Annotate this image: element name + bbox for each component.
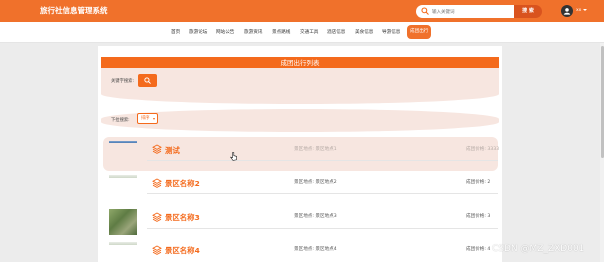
user-name[interactable]: xx xyxy=(576,8,581,13)
item-price: 成团价格: 4 xyxy=(466,247,491,252)
list-item[interactable]: 景区名称2 景区地点: 景区地点2 成团价格: 2 xyxy=(103,172,498,206)
item-price: 成团价格: 3 xyxy=(466,214,491,219)
search-icon xyxy=(421,7,429,15)
layers-icon xyxy=(152,144,162,154)
nav-item-group-tours[interactable]: 成团出行 xyxy=(407,25,432,39)
nav-item-forum[interactable]: 旅游论坛 xyxy=(189,29,207,35)
list-item[interactable]: 测试 景区地点: 景区地点1 成团价格: 3333 xyxy=(103,137,500,171)
search-icon xyxy=(144,77,151,84)
list-item[interactable]: 景区名称3 景区地点: 景区地点3 成团价格: 3 xyxy=(103,205,498,239)
caret-down-icon xyxy=(153,117,155,120)
nav-item-travel-news[interactable]: 旅游资讯 xyxy=(244,29,262,35)
layers-icon xyxy=(152,178,162,188)
dropdown-search-label: 下拉搜索: xyxy=(111,118,130,123)
nav-item-home[interactable]: 首页 xyxy=(171,29,180,35)
user-avatar-icon[interactable] xyxy=(561,5,573,17)
caret-down-icon[interactable] xyxy=(583,9,587,11)
nav-bar: 首页 旅游论坛 网站公告 旅游资讯 景点路线 交通工具 酒店信息 美食信息 导游… xyxy=(0,22,604,43)
row-divider xyxy=(147,160,498,161)
item-location: 景区地点: 景区地点3 xyxy=(294,214,337,219)
row-divider xyxy=(147,193,498,194)
row-divider xyxy=(147,228,498,229)
nav-item-scenic-routes[interactable]: 景点路线 xyxy=(272,29,290,35)
nav-item-food[interactable]: 美食信息 xyxy=(355,29,373,35)
item-price: 成团价格: 2 xyxy=(466,180,491,185)
thumbnail-image xyxy=(109,141,137,143)
layers-icon xyxy=(152,245,162,255)
watermark: CSDN @MZ_ZXD001 xyxy=(492,244,585,254)
item-location: 景区地点: 景区地点1 xyxy=(294,147,337,152)
keyword-filter-band xyxy=(101,68,499,104)
layers-icon xyxy=(152,212,162,222)
item-location: 景区地点: 景区地点4 xyxy=(294,247,337,252)
thumbnail-image xyxy=(109,175,137,178)
search-button[interactable]: 搜 索 xyxy=(514,5,542,18)
nav-item-hotels[interactable]: 酒店信息 xyxy=(327,29,345,35)
thumbnail-image xyxy=(109,209,137,235)
thumbnail-image xyxy=(109,242,137,245)
item-title[interactable]: 景区名称4 xyxy=(165,245,200,256)
item-title[interactable]: 景区名称3 xyxy=(165,212,200,223)
nav-item-announcements[interactable]: 网站公告 xyxy=(216,29,234,35)
list-item[interactable]: 景区名称4 景区地点: 景区地点4 成团价格: 4 xyxy=(103,239,498,262)
nav-item-guides[interactable]: 导游信息 xyxy=(382,29,400,35)
nav-item-transport[interactable]: 交通工具 xyxy=(300,29,318,35)
search-input[interactable] xyxy=(432,6,510,16)
sort-filter-band xyxy=(101,109,499,132)
keyword-search-label: 关键字搜索: xyxy=(111,79,134,84)
item-title[interactable]: 测试 xyxy=(165,145,180,156)
item-location: 景区地点: 景区地点2 xyxy=(294,180,337,185)
item-title[interactable]: 景区名称2 xyxy=(165,178,200,189)
sort-button[interactable]: 排序 xyxy=(137,113,158,124)
pointer-cursor-icon xyxy=(230,152,237,161)
search-box[interactable] xyxy=(416,5,514,18)
app-title: 旅行社信息管理系统 xyxy=(40,6,108,15)
sort-button-label: 排序 xyxy=(141,116,150,121)
keyword-search-button[interactable] xyxy=(138,74,157,87)
item-price: 成团价格: 3333 xyxy=(466,147,500,152)
